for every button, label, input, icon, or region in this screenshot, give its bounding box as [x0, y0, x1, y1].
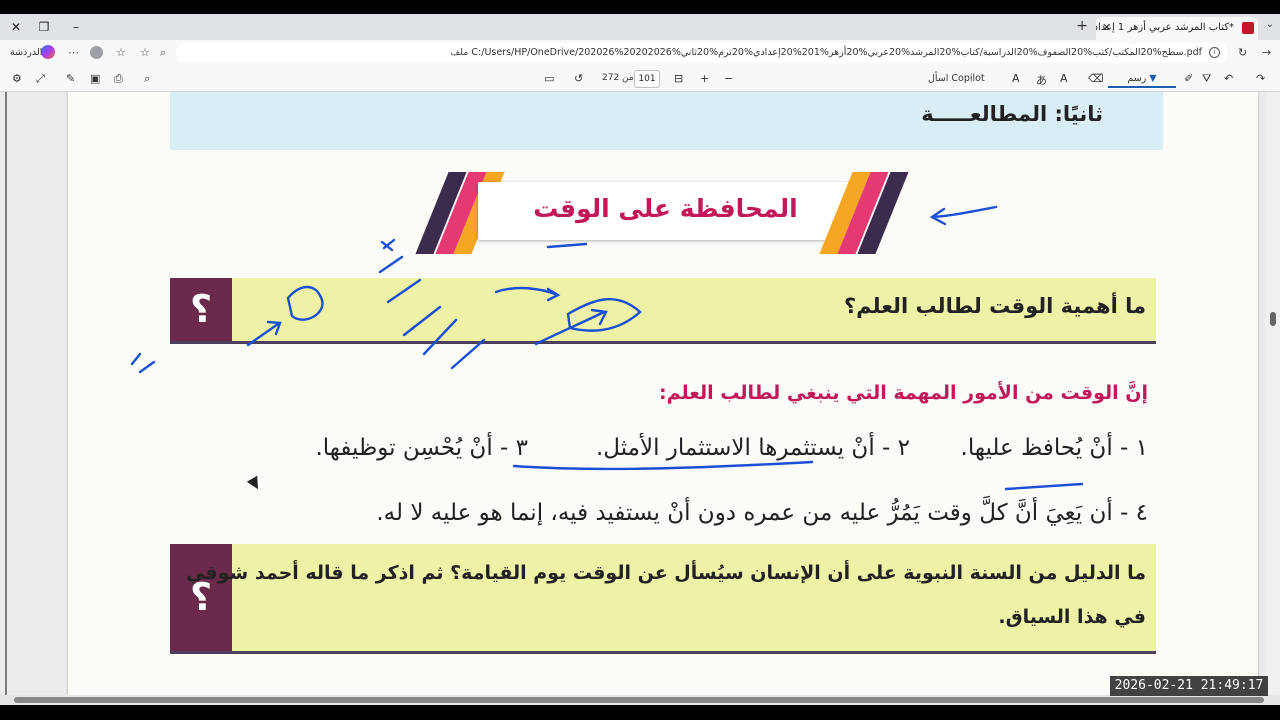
undo-icon[interactable]: ↶ [1224, 72, 1233, 85]
page-total: من 272 [602, 73, 634, 83]
address-url: C:/Users/HP/OneDrive/202026%سطح%20المكتب… [471, 47, 1202, 58]
screen: ✕ ❐ – + *كتاب المرشد عربي أزهر 1 إعدادي … [0, 0, 1280, 720]
question-band: ؟ ما أهمية الوقت لطالب العلم؟ [170, 278, 1156, 344]
section-title: ثانيًا: المطالعـــــة [921, 102, 1103, 126]
read-aloud-icon[interactable]: A [1012, 72, 1020, 85]
vertical-scroll-thumb[interactable] [1270, 312, 1276, 326]
print-icon[interactable]: ⎙ [114, 72, 123, 86]
question-mark-icon: ؟ [170, 278, 232, 341]
pdf-file-icon [1242, 22, 1254, 34]
fullscreen-icon[interactable]: ⤢ [36, 72, 45, 86]
page-number-input[interactable]: 101 [634, 70, 660, 88]
question-band: ؟ ما الدليل من السنة النبوية على أن الإن… [170, 544, 1156, 654]
find-icon[interactable]: ⌕ [144, 72, 150, 86]
browser-tab-strip: ✕ ❐ – + *كتاب المرشد عربي أزهر 1 إعدادي … [0, 14, 1280, 40]
refresh-icon[interactable]: ↻ [1238, 46, 1247, 59]
fit-page-icon[interactable]: ⊟ [674, 72, 683, 85]
redo-icon[interactable]: ↷ [1256, 72, 1265, 85]
question-2-line-2: في هذا السياق. [998, 606, 1146, 628]
rotate-icon[interactable]: ↺ [574, 72, 583, 85]
lead-sentence: إنَّ الوقت من الأمور المهمة التي ينبغي ل… [659, 382, 1148, 404]
page-left-border [5, 92, 7, 695]
add-favorite-icon[interactable]: ☆ [140, 46, 150, 59]
highlighter-icon[interactable]: ✐ [1184, 72, 1193, 85]
tab-list-chevron-icon[interactable]: ⌄ [1266, 19, 1274, 30]
new-tab-button[interactable]: + [1076, 18, 1088, 34]
text-icon[interactable]: A [1060, 72, 1068, 85]
zoom-in-icon[interactable]: + [700, 72, 709, 85]
favorites-icon[interactable]: ☆ [116, 46, 126, 59]
question-1: ما أهمية الوقت لطالب العلم؟ [843, 294, 1146, 318]
translate-icon[interactable]: あ [1036, 72, 1047, 88]
address-input[interactable]: i ملف C:/Users/HP/OneDrive/202026%سطح%20… [176, 43, 1228, 63]
zoom-out-icon[interactable]: − [724, 72, 733, 85]
pdf-viewport[interactable]: ثانيًا: المطالعـــــة المحافظة على الوقت… [0, 92, 1280, 695]
back-arrow-icon[interactable]: → [1262, 46, 1271, 59]
settings-gear-icon[interactable]: ⚙ [12, 72, 22, 85]
draw-label: رسم [1127, 73, 1147, 84]
page-view-icon[interactable]: ▭ [544, 72, 554, 85]
chat-label[interactable]: الدردشة [10, 47, 42, 58]
list-item-3: ٣ - أنْ يُحْسِن توظيفها. [315, 435, 528, 461]
horizontal-scroll-thumb[interactable] [14, 697, 1264, 703]
pen-icon: ▼ [1149, 73, 1157, 84]
horizontal-scrollbar[interactable] [0, 695, 1280, 705]
vertical-scrollbar[interactable] [1266, 92, 1280, 695]
tab-close-icon[interactable]: ✕ [1102, 21, 1111, 34]
tab-title: *كتاب المرشد عربي أزهر 1 إعدادي تر [1096, 22, 1234, 33]
search-icon[interactable]: ⌕ [160, 46, 166, 60]
restore-icon[interactable]: ❐ [34, 18, 54, 36]
address-scheme-label: ملف [450, 47, 469, 58]
ask-copilot-button[interactable]: اسأل Copilot [928, 73, 985, 84]
pdf-page: ثانيًا: المطالعـــــة المحافظة على الوقت… [68, 92, 1258, 695]
pdf-toolbar: ⚙ ⤢ ✎ ▣ ⎙ ⌕ ▭ ↺ من 272 101 ⊟ + − اسأل Co… [0, 66, 1280, 92]
browser-tab[interactable]: *كتاب المرشد عربي أزهر 1 إعدادي تر ✕ [1096, 17, 1258, 40]
lesson-banner: المحافظة على الوقت [415, 172, 913, 254]
screen-top-border [0, 0, 1280, 14]
save-icon[interactable]: ▣ [90, 72, 100, 85]
close-icon[interactable]: ✕ [6, 18, 26, 36]
more-icon[interactable]: ⋯ [68, 46, 79, 59]
minimize-icon[interactable]: – [66, 18, 86, 36]
profile-avatar[interactable] [90, 46, 103, 59]
eraser-icon[interactable]: ⌫ [1088, 72, 1104, 85]
banner-body: المحافظة على الوقت [478, 182, 853, 240]
list-item-1: ١ - أنْ يُحافظ عليها. [960, 435, 1148, 461]
question-2-line-1: ما الدليل من السنة النبوية على أن الإنسا… [185, 562, 1146, 584]
lesson-title: المحافظة على الوقت [533, 194, 798, 223]
address-bar-row: الدردشة ⋯ ☆ ☆ ⌕ i ملف C:/Users/HP/OneDri… [0, 40, 1280, 66]
timestamp-overlay: 2026-02-21 21:49:17 [1110, 676, 1268, 696]
info-icon[interactable]: i [1209, 47, 1220, 58]
screen-bottom-border [0, 705, 1280, 720]
edit-pdf-icon[interactable]: ✎ [66, 72, 75, 85]
draw-button[interactable]: رسم ▼ [1108, 70, 1176, 88]
list-item-4: ٤ - أن يَعِيَ أنَّ كلَّ وقت يَمُرُّ عليه… [376, 500, 1148, 526]
question-mark-icon: ؟ [170, 544, 232, 651]
section-header-band: ثانيًا: المطالعـــــة [170, 92, 1163, 150]
list-item-2: ٢ - أنْ يستثمرها الاستثمار الأمثل. [596, 435, 910, 461]
cart-icon[interactable]: ⛛ [1202, 72, 1211, 86]
copilot-icon[interactable] [41, 45, 55, 59]
